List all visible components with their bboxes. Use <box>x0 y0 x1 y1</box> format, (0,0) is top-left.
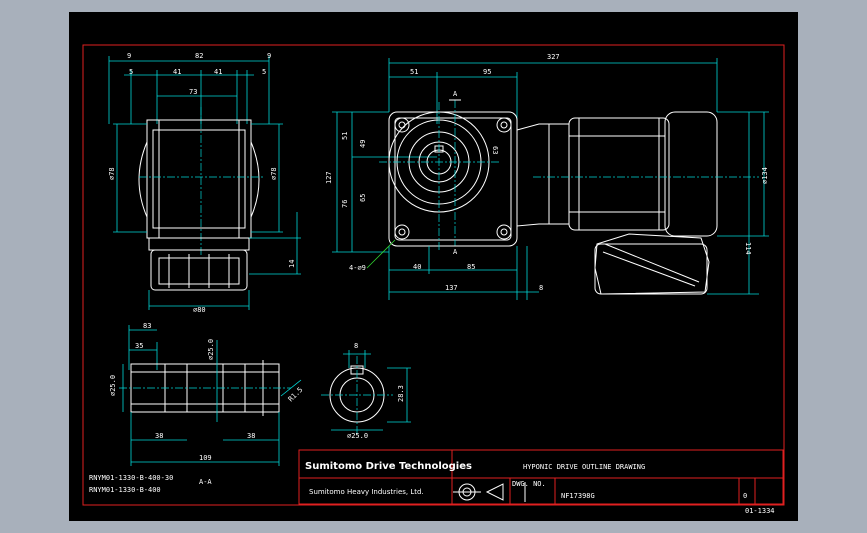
keyway-view: 8 28.3 ⌀25.0 <box>321 342 411 440</box>
dim-shaft-dia-b: ⌀25.0 <box>109 375 117 396</box>
maker-text: Sumitomo Heavy Industries, Ltd. <box>309 488 424 496</box>
dim-shaft-dia-a: ⌀25.0 <box>207 339 215 360</box>
dim-35: 35 <box>135 342 143 350</box>
dim-38-right: 38 <box>247 432 255 440</box>
dim-4-dia9: 4-⌀9 <box>349 264 366 272</box>
dim-28-3: 28.3 <box>397 385 405 402</box>
dim-8: 8 <box>539 284 543 292</box>
dim-dia78-left: ⌀78 <box>108 167 116 180</box>
cad-drawing: 9 82 9 5 41 41 5 73 ⌀78 ⌀78 14 ⌀80 327 5… <box>69 12 798 521</box>
dim-51-side: 51 <box>341 132 349 140</box>
dim-38-left: 38 <box>155 432 163 440</box>
section-a-bottom: A <box>453 248 458 256</box>
dim-109: 109 <box>199 454 212 462</box>
dim-95: 95 <box>483 68 491 76</box>
sheet-code: 01-1334 <box>745 507 775 515</box>
dim-327: 327 <box>547 53 560 61</box>
model-2: RNYM01-1330-B-400 <box>89 486 161 494</box>
dim-65: 65 <box>359 194 367 202</box>
dim-5-right: 5 <box>262 68 266 76</box>
dim-51-top: 51 <box>410 68 418 76</box>
dim-5-left: 5 <box>129 68 133 76</box>
brand-text: Sumitomo Drive Technologies <box>305 461 472 472</box>
dim-127: 127 <box>325 171 333 184</box>
dim-85: 85 <box>467 263 475 271</box>
model-1: RNYM01-1330-B-400-30 <box>89 474 173 482</box>
front-view: 9 82 9 5 41 41 5 73 ⌀78 ⌀78 14 ⌀80 <box>108 52 301 314</box>
dim-key-dia25: ⌀25.0 <box>347 432 368 440</box>
drawing-number: NF17398G <box>561 492 595 500</box>
dim-dia80: ⌀80 <box>193 306 206 314</box>
section-label: A-A <box>199 478 212 486</box>
dim-63: 63 <box>491 146 499 154</box>
dim-r1-5: R1.5 <box>287 386 305 404</box>
dim-dia134: ⌀134 <box>761 167 769 184</box>
dim-82: 82 <box>195 52 203 60</box>
drawing-svg: 9 82 9 5 41 41 5 73 ⌀78 ⌀78 14 ⌀80 327 5… <box>82 44 785 515</box>
revision: 0 <box>743 492 747 500</box>
dim-137: 137 <box>445 284 458 292</box>
dim-14: 14 <box>288 260 296 268</box>
dim-dia78-right: ⌀78 <box>270 167 278 180</box>
dim-40: 40 <box>413 263 421 271</box>
drawing-title: HYPONIC DRIVE OUTLINE DRAWING <box>523 463 645 471</box>
drawing-border <box>82 44 785 506</box>
main-view: 327 51 95 A 51 49 65 76 127 63 4-⌀9 40 8… <box>325 53 769 300</box>
dim-9-right: 9 <box>267 52 271 60</box>
dim-114: 114 <box>744 242 752 255</box>
dim-41-right: 41 <box>214 68 222 76</box>
dim-76: 76 <box>341 200 349 208</box>
dwg-no-label: DWG. NO. <box>512 480 546 488</box>
dim-73: 73 <box>189 88 197 96</box>
section-a-top: A <box>453 90 458 98</box>
dim-key-8: 8 <box>354 342 358 350</box>
shaft-view: 83 35 ⌀25.0 ⌀25.0 R1.5 38 38 109 <box>109 322 304 466</box>
dim-83: 83 <box>143 322 151 330</box>
dim-41-left: 41 <box>173 68 181 76</box>
dim-9-left: 9 <box>127 52 131 60</box>
dim-49: 49 <box>359 140 367 148</box>
